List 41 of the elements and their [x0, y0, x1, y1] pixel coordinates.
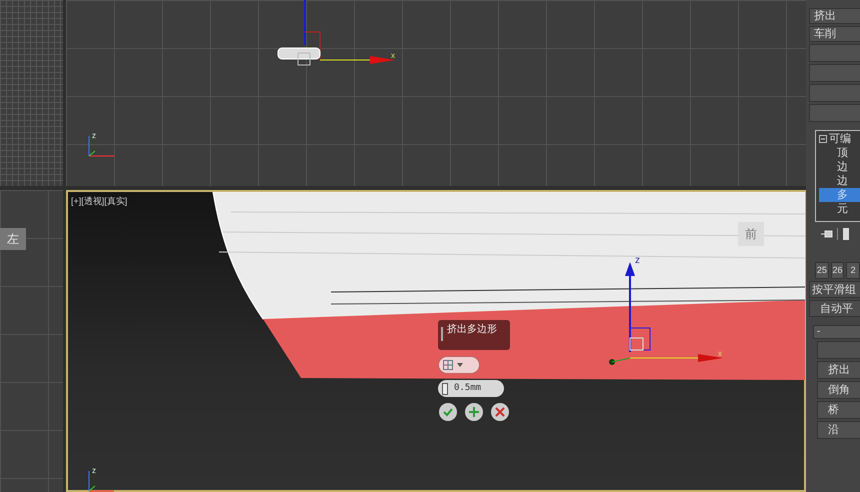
panel-button[interactable]: 挤出 [809, 8, 860, 24]
panel-button[interactable]: 自动平 [809, 300, 860, 317]
stack-item[interactable]: 可编 [829, 132, 851, 146]
rollout-header[interactable]: - [813, 325, 860, 339]
axis-label: z [92, 467, 96, 475]
smoothing-group-button[interactable]: 25 [815, 262, 829, 279]
axis-label: z [635, 256, 640, 266]
viewcube[interactable]: 前 [738, 222, 764, 246]
caddy-dropdown[interactable] [438, 356, 480, 374]
caret-icon [457, 363, 463, 367]
close-icon [495, 407, 505, 417]
panel-button[interactable]: 沿 [817, 421, 860, 439]
axis-label: z [92, 132, 96, 140]
smoothing-group-button[interactable]: 26 [830, 262, 844, 279]
panel-button[interactable]: 倒角 [817, 381, 860, 399]
ok-button[interactable] [439, 403, 457, 421]
stack-subitem[interactable]: 顶 [819, 146, 860, 160]
cancel-button[interactable] [491, 403, 509, 421]
plus-icon [469, 407, 479, 417]
viewcube[interactable]: 左 [0, 228, 26, 250]
axis-label: x [391, 50, 395, 62]
panel-button[interactable]: 车削 [809, 26, 860, 42]
panel-button[interactable]: 按平滑组 [809, 281, 860, 298]
input-field[interactable]: 0.5mm [438, 380, 504, 397]
collapse-icon[interactable] [819, 135, 827, 143]
viewport-label[interactable]: [透视] [81, 195, 104, 208]
pin-icon[interactable] [821, 229, 833, 239]
grid-icon [443, 360, 453, 370]
caddy-title: 挤出多边形 [438, 320, 510, 350]
smoothing-group-button[interactable]: 2 [846, 262, 860, 279]
viewport-label[interactable]: [+] [71, 195, 82, 208]
check-icon [443, 407, 453, 417]
stack-subitem[interactable]: 元 [819, 202, 860, 216]
stack-subitem[interactable]: 边 [819, 160, 860, 174]
apply-button[interactable] [465, 403, 483, 421]
toolbar-icon[interactable] [842, 228, 850, 240]
axis-label: x [718, 348, 722, 360]
viewport-label[interactable]: [真实] [104, 195, 128, 208]
panel-button[interactable]: 桥 [817, 401, 860, 419]
panel-button[interactable]: 挤出 [817, 361, 860, 379]
stack-subitem[interactable]: 边 [819, 174, 860, 188]
